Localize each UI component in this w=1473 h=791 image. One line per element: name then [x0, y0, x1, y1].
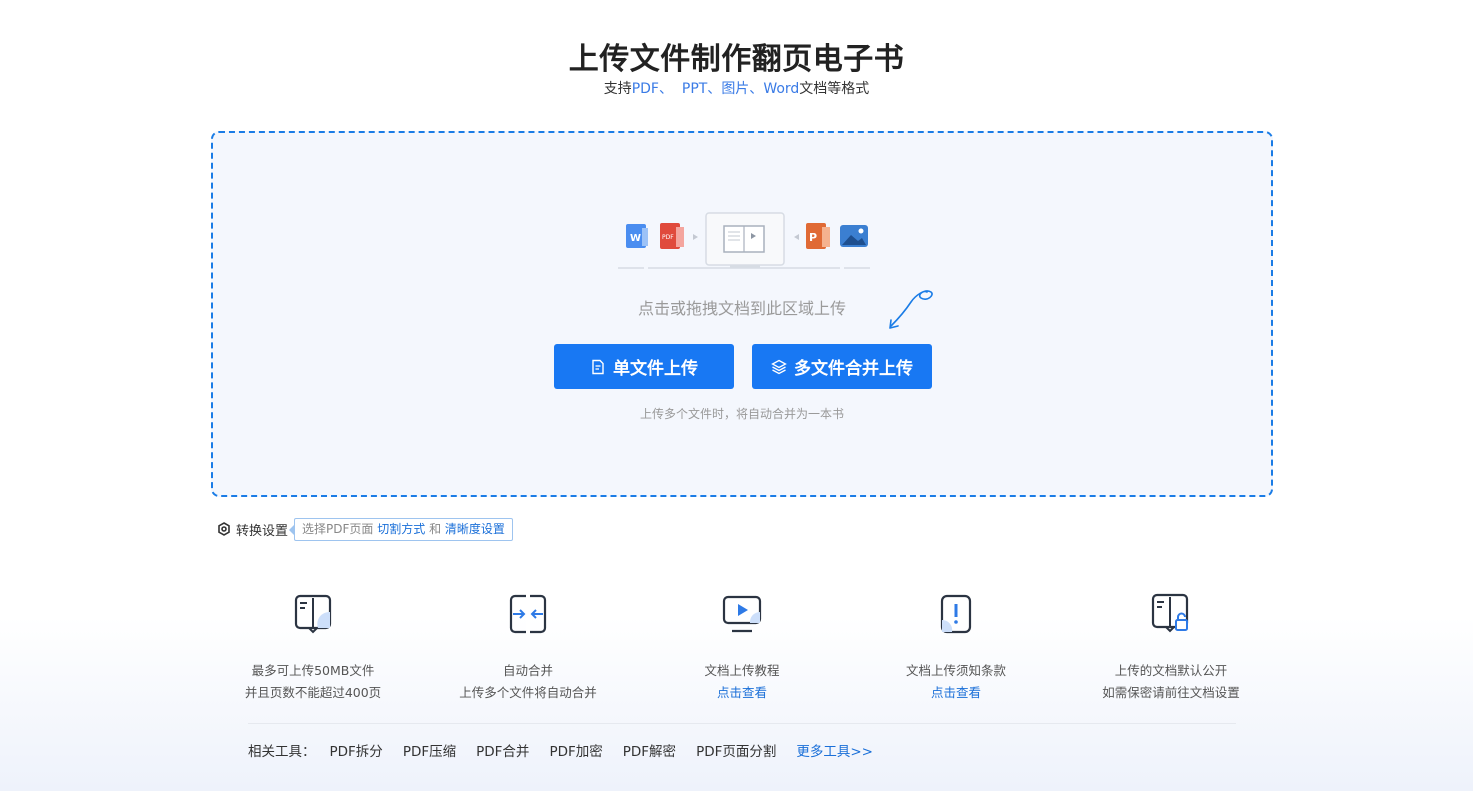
clarity-settings-link[interactable]: 清晰度设置 [445, 522, 505, 536]
crop-mode-link[interactable]: 切割方式 [377, 522, 425, 536]
feature-line1: 自动合并 [502, 663, 553, 678]
more-tools-link[interactable]: 更多工具>> [796, 740, 873, 760]
word-file-icon: W [626, 224, 648, 248]
feature-size-limit: 最多可上传50MB文件 并且页数不能超过400页 [213, 590, 413, 704]
feature-upload-tutorial: 文档上传教程 点击查看 [642, 590, 842, 704]
feature-line1: 最多可上传50MB文件 [251, 663, 375, 678]
tool-pdf-decrypt[interactable]: PDF解密 [623, 740, 676, 760]
single-upload-label: 单文件上传 [613, 359, 698, 379]
book-icon [294, 594, 332, 634]
format-ppt: PPT、 [681, 81, 722, 97]
terms-view-link[interactable]: 点击查看 [856, 682, 1056, 704]
feature-upload-terms: 文档上传须知条款 点击查看 [856, 590, 1056, 704]
feature-line2: 上传多个文件将自动合并 [459, 685, 597, 700]
feature-line2: 并且页数不能超过400页 [244, 685, 382, 700]
ppt-file-icon: P [806, 223, 830, 249]
related-tools-label: 相关工具： [248, 744, 316, 760]
pdf-file-icon: PDF [660, 223, 684, 249]
multi-upload-button[interactable]: 多文件合并上传 [752, 344, 932, 389]
divider [248, 723, 1236, 724]
upload-illustration: W PDF P [618, 212, 870, 269]
format-image: 图片、 [721, 81, 764, 97]
feature-line1: 文档上传教程 [704, 663, 780, 678]
related-tools: 相关工具： PDF拆分 PDF压缩 PDF合并 PDF加密 PDF解密 PDF页… [248, 740, 873, 760]
page-title: 上传文件制作翻页电子书 [568, 42, 905, 77]
upload-hint: 点击或拖拽文档到此区域上传 [637, 299, 846, 318]
merge-note: 上传多个文件时，将自动合并为一本书 [639, 407, 844, 421]
single-upload-button[interactable]: 单文件上传 [554, 344, 734, 389]
video-tutorial-icon [722, 595, 762, 633]
feature-line1: 文档上传须知条款 [905, 663, 1006, 678]
merge-icon [509, 594, 547, 634]
feature-public-default: 上传的文档默认公开 如需保密请前往文档设置 [1071, 590, 1271, 704]
notice-icon [940, 594, 972, 634]
layers-upload-icon [771, 359, 787, 374]
settings-tag-and: 和 [429, 521, 442, 536]
settings-tag: 选择PDF页面 切割方式 和 清晰度设置 [289, 517, 513, 541]
tool-pdf-page-split[interactable]: PDF页面分割 [696, 740, 776, 760]
feature-auto-merge: 自动合并 上传多个文件将自动合并 [428, 590, 628, 704]
upload-dropzone[interactable]: W PDF P 点击或拖拽文档到此区域上传 单文件上传 多文件合并上传 上传多个… [211, 131, 1273, 497]
tutorial-view-link[interactable]: 点击查看 [642, 682, 842, 704]
book-laptop-icon [705, 212, 785, 268]
settings-tag-prefix: 选择PDF页面 [302, 521, 374, 536]
image-file-icon [840, 225, 868, 247]
conversion-settings[interactable]: 转换设置 选择PDF页面 切割方式 和 清晰度设置 [217, 517, 513, 541]
curly-arrow-icon [889, 290, 933, 329]
tool-pdf-compress[interactable]: PDF压缩 [403, 740, 456, 760]
file-upload-icon [592, 359, 604, 374]
gear-icon [218, 522, 230, 536]
svg-text:P: P [809, 231, 817, 244]
svg-text:W: W [630, 233, 641, 244]
page: 上传文件制作翻页电子书 支持PDF、 PPT、图片、Word文档等格式 W PD… [0, 0, 1473, 791]
format-pdf: PDF、 [631, 81, 673, 97]
subtitle-prefix: 支持 [603, 81, 632, 97]
tool-pdf-merge[interactable]: PDF合并 [476, 740, 529, 760]
subtitle-suffix: 文档等格式 [799, 81, 870, 97]
multi-upload-label: 多文件合并上传 [794, 359, 913, 379]
svg-text:PDF: PDF [662, 234, 674, 241]
format-word: Word [763, 81, 800, 97]
settings-label: 转换设置 [236, 523, 289, 539]
tool-pdf-encrypt[interactable]: PDF加密 [549, 740, 602, 760]
page-subtitle: 支持PDF、 PPT、图片、Word文档等格式 [0, 78, 1473, 98]
feature-line2: 如需保密请前往文档设置 [1102, 685, 1240, 700]
feature-line1: 上传的文档默认公开 [1114, 663, 1228, 678]
public-doc-icon [1151, 593, 1189, 633]
tool-pdf-split[interactable]: PDF拆分 [330, 740, 383, 760]
